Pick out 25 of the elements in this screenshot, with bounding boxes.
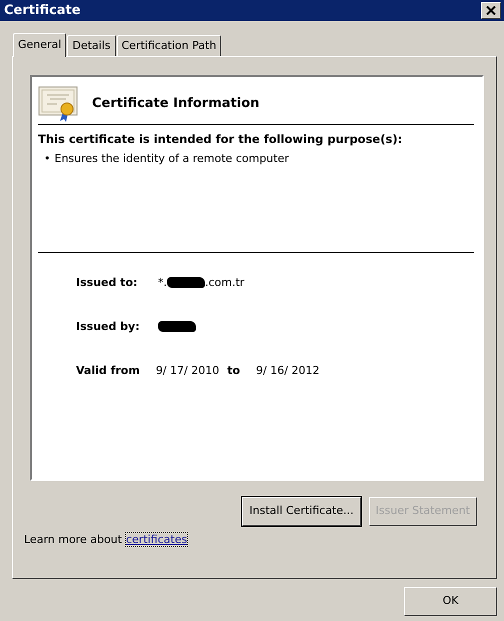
close-button[interactable]: [481, 2, 501, 19]
field-value: .com.tr: [205, 276, 244, 289]
ok-button[interactable]: OK: [404, 587, 497, 616]
close-icon: [486, 6, 496, 15]
purpose-text: Ensures the identity of a remote computer: [54, 151, 289, 168]
field-label: Issued by:: [76, 318, 141, 335]
bullet: •: [44, 151, 50, 168]
certificate-icon: [38, 86, 80, 122]
certificates-link[interactable]: certificates: [126, 533, 188, 546]
validity-label: Valid from: [76, 362, 140, 379]
redaction-mark: [167, 277, 205, 288]
valid-from-date: 9/ 17/ 2010: [156, 362, 220, 379]
window-title: Certificate: [4, 2, 81, 20]
tab[interactable]: Details: [67, 35, 116, 56]
learn-more-text: Learn more about: [24, 533, 122, 546]
dialog-button[interactable]: Install Certificate...: [242, 497, 361, 526]
certificate-info-heading: Certificate Information: [92, 94, 260, 113]
field-value: *.: [158, 276, 167, 289]
valid-to-date: 9/ 16/ 2012: [256, 362, 320, 379]
redaction-mark: [158, 321, 196, 332]
validity-label: to: [227, 362, 240, 379]
tab[interactable]: General: [13, 33, 66, 57]
field-label: Issued to:: [76, 274, 138, 291]
purpose-heading: This certificate is intended for the following purpose(s):: [38, 131, 404, 148]
tab[interactable]: Certification Path: [116, 35, 222, 56]
